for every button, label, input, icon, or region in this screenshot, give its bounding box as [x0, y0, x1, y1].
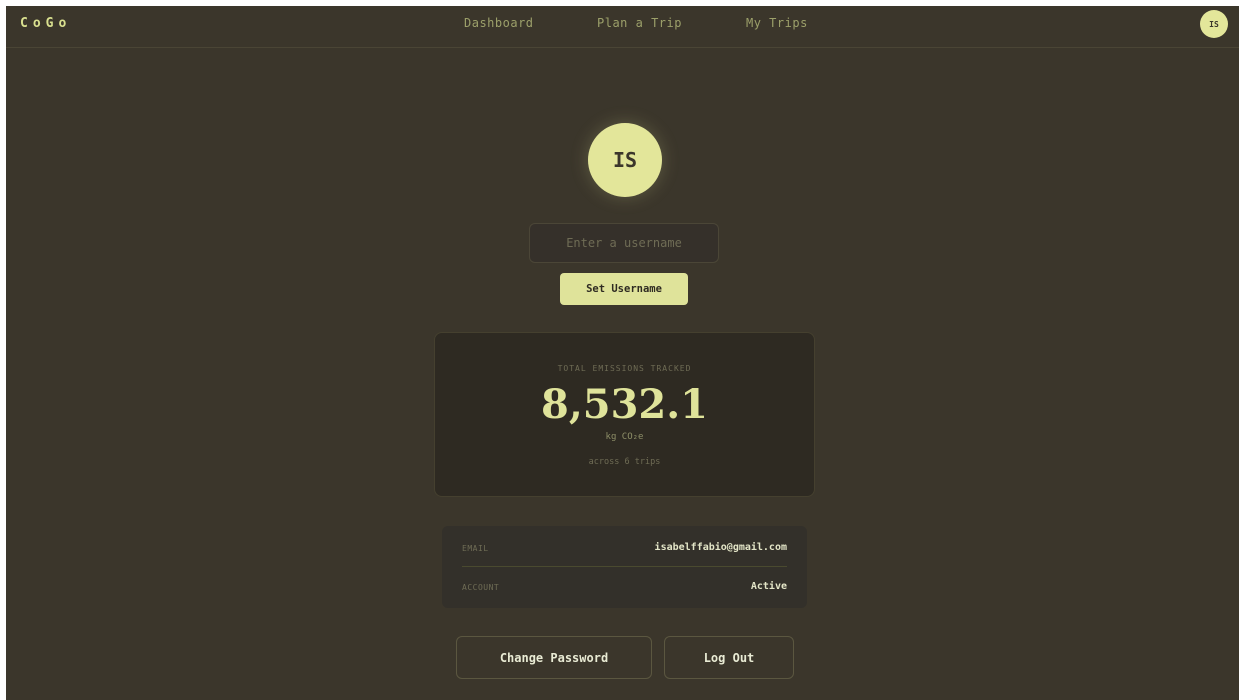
brand-logo[interactable]: CoGo	[20, 16, 71, 31]
emissions-trip-count: across 6 trips	[588, 457, 661, 467]
app-root: CoGo Dashboard Plan a Trip My Trips IS I…	[6, 6, 1239, 700]
nav-link-plan-a-trip[interactable]: Plan a Trip	[597, 16, 682, 30]
account-status-value: Active	[750, 581, 787, 592]
account-label: ACCOUNT	[462, 583, 500, 592]
emissions-label: TOTAL EMISSIONS TRACKED	[557, 364, 692, 373]
email-value: isabelffabio@gmail.com	[654, 542, 787, 553]
change-password-button[interactable]: Change Password	[456, 636, 652, 679]
total-emissions-card: TOTAL EMISSIONS TRACKED 8,532.1 kg CO₂e …	[434, 332, 815, 497]
email-label: EMAIL	[462, 544, 489, 553]
account-info-card: EMAIL isabelffabio@gmail.com ACCOUNT Act…	[442, 526, 807, 608]
username-input[interactable]	[529, 223, 719, 263]
log-out-button[interactable]: Log Out	[664, 636, 794, 679]
set-username-button[interactable]: Set Username	[560, 273, 688, 305]
account-status-row: ACCOUNT Active	[462, 567, 787, 606]
top-navigation-bar: CoGo Dashboard Plan a Trip My Trips IS	[6, 6, 1239, 48]
emissions-value: 8,532.1	[540, 381, 708, 428]
user-avatar-menu[interactable]: IS	[1200, 10, 1228, 38]
email-row: EMAIL isabelffabio@gmail.com	[462, 528, 787, 567]
nav-link-my-trips[interactable]: My Trips	[746, 16, 808, 30]
emissions-unit: kg CO₂e	[605, 432, 644, 442]
nav-link-dashboard[interactable]: Dashboard	[464, 16, 534, 30]
profile-avatar: IS	[588, 123, 662, 197]
